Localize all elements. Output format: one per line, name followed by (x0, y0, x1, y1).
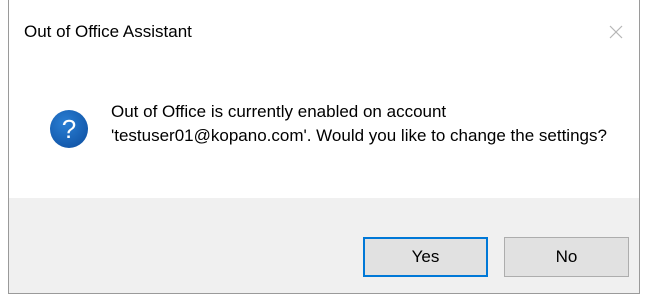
svg-text:?: ? (62, 114, 76, 144)
dialog-body: ? Out of Office is currently enabled on … (9, 64, 639, 198)
button-bar: Yes No (9, 198, 639, 293)
dialog-message: Out of Office is currently enabled on ac… (111, 102, 607, 145)
question-icon: ? (49, 109, 89, 149)
message-dialog: Out of Office Assistant ? Out of Office … (8, 0, 640, 294)
title-bar: Out of Office Assistant (9, 0, 639, 64)
dialog-title: Out of Office Assistant (24, 22, 192, 41)
no-button[interactable]: No (504, 237, 629, 277)
close-button[interactable] (593, 0, 639, 64)
yes-button[interactable]: Yes (363, 237, 488, 277)
close-icon (609, 25, 623, 39)
